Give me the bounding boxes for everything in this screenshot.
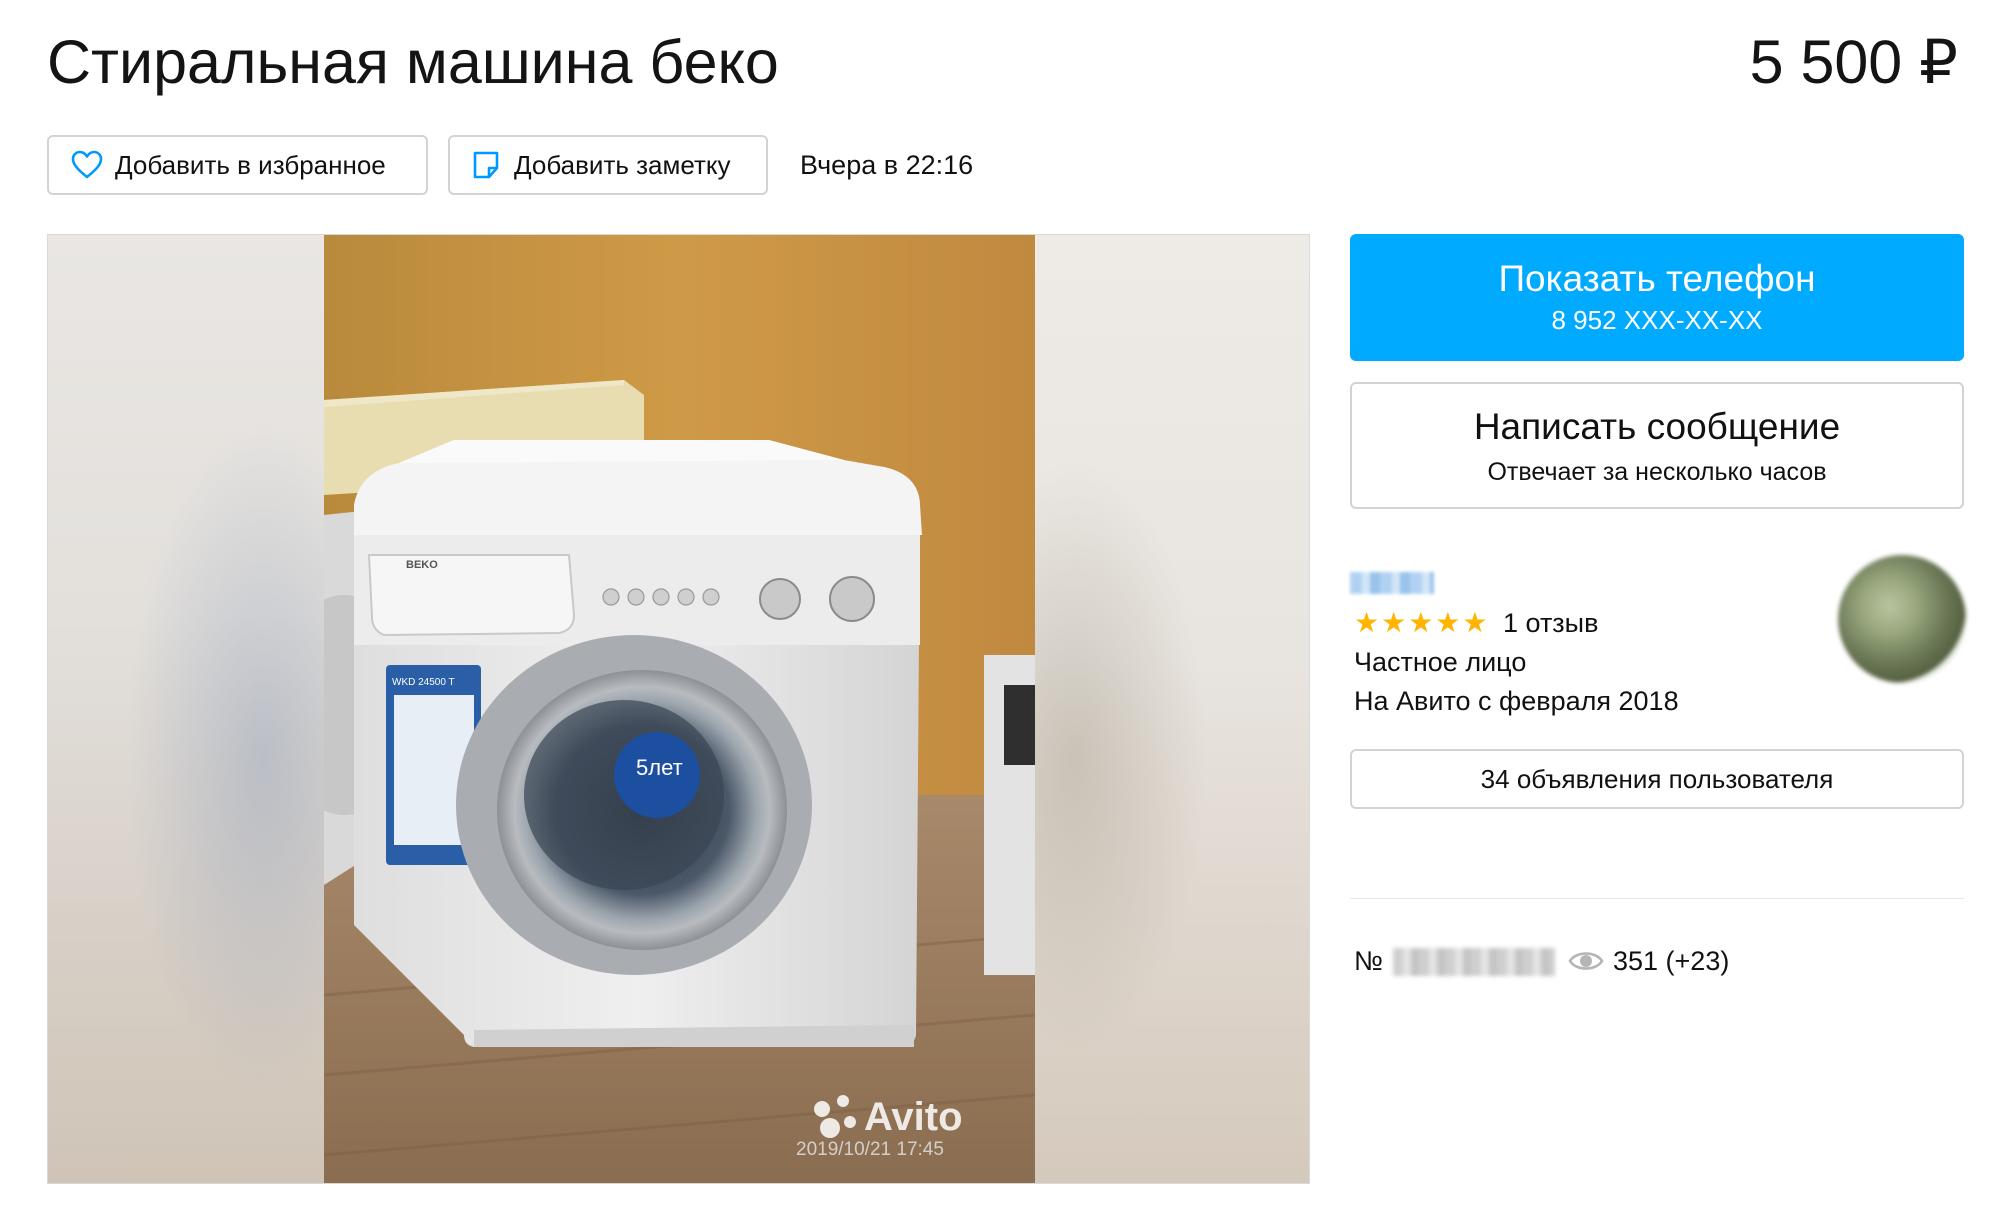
posted-date: Вчера в 22:16	[800, 150, 974, 180]
seller-name-redacted[interactable]	[1350, 572, 1434, 594]
photo-brand: BEKO	[406, 559, 438, 571]
seller-avatar[interactable]	[1838, 555, 1966, 683]
listing-title: Стиральная машина беко	[47, 28, 779, 96]
photo-backdrop-left	[48, 235, 324, 1183]
write-message-label: Написать сообщение	[1473, 406, 1841, 447]
seller-ads-button[interactable]: 34 объявления пользователя	[1350, 749, 1964, 809]
add-note-label: Добавить заметку	[514, 149, 731, 180]
photo-backdrop-right	[1033, 235, 1309, 1183]
rating-stars: ★★★★★	[1354, 607, 1490, 638]
listing-photo[interactable]: BEKO WKD 24500 T 5лет Avito 2019/10/21 1…	[324, 235, 1035, 1183]
views-count: 351 (+23)	[1613, 946, 1730, 976]
heart-icon	[71, 150, 103, 179]
write-message-button[interactable]: Написать сообщение Отвечает за несколько…	[1350, 382, 1964, 509]
photo-sticker: 5лет	[636, 755, 683, 780]
add-to-favorites-label: Добавить в избранное	[115, 149, 386, 180]
listing-price: 5 500 ₽	[1749, 28, 1958, 96]
reviews-link[interactable]: 1 отзыв	[1503, 606, 1598, 640]
eye-icon	[1568, 952, 1604, 970]
photo-watermark: Avito	[864, 1095, 963, 1139]
seller-since: На Авито с февраля 2018	[1354, 686, 1679, 716]
photo-timestamp: 2019/10/21 17:45	[796, 1139, 944, 1160]
seller-type: Частное лицо	[1354, 647, 1527, 677]
add-note-button[interactable]: Добавить заметку	[448, 135, 768, 195]
note-icon	[473, 151, 499, 179]
photo-model: WKD 24500 T	[392, 677, 455, 688]
listing-number-redacted	[1393, 948, 1555, 976]
response-time: Отвечает за несколько часов	[1487, 458, 1827, 486]
divider	[1350, 898, 1964, 899]
show-phone-label: Показать телефон	[1498, 258, 1816, 299]
photo-gallery[interactable]: BEKO WKD 24500 T 5лет Avito 2019/10/21 1…	[47, 234, 1310, 1184]
listing-number-prefix: №	[1354, 946, 1383, 976]
add-to-favorites-button[interactable]: Добавить в избранное	[47, 135, 428, 195]
show-phone-button[interactable]: Показать телефон 8 952 XXX-XX-XX	[1350, 234, 1964, 361]
phone-masked: 8 952 XXX-XX-XX	[1551, 305, 1763, 335]
